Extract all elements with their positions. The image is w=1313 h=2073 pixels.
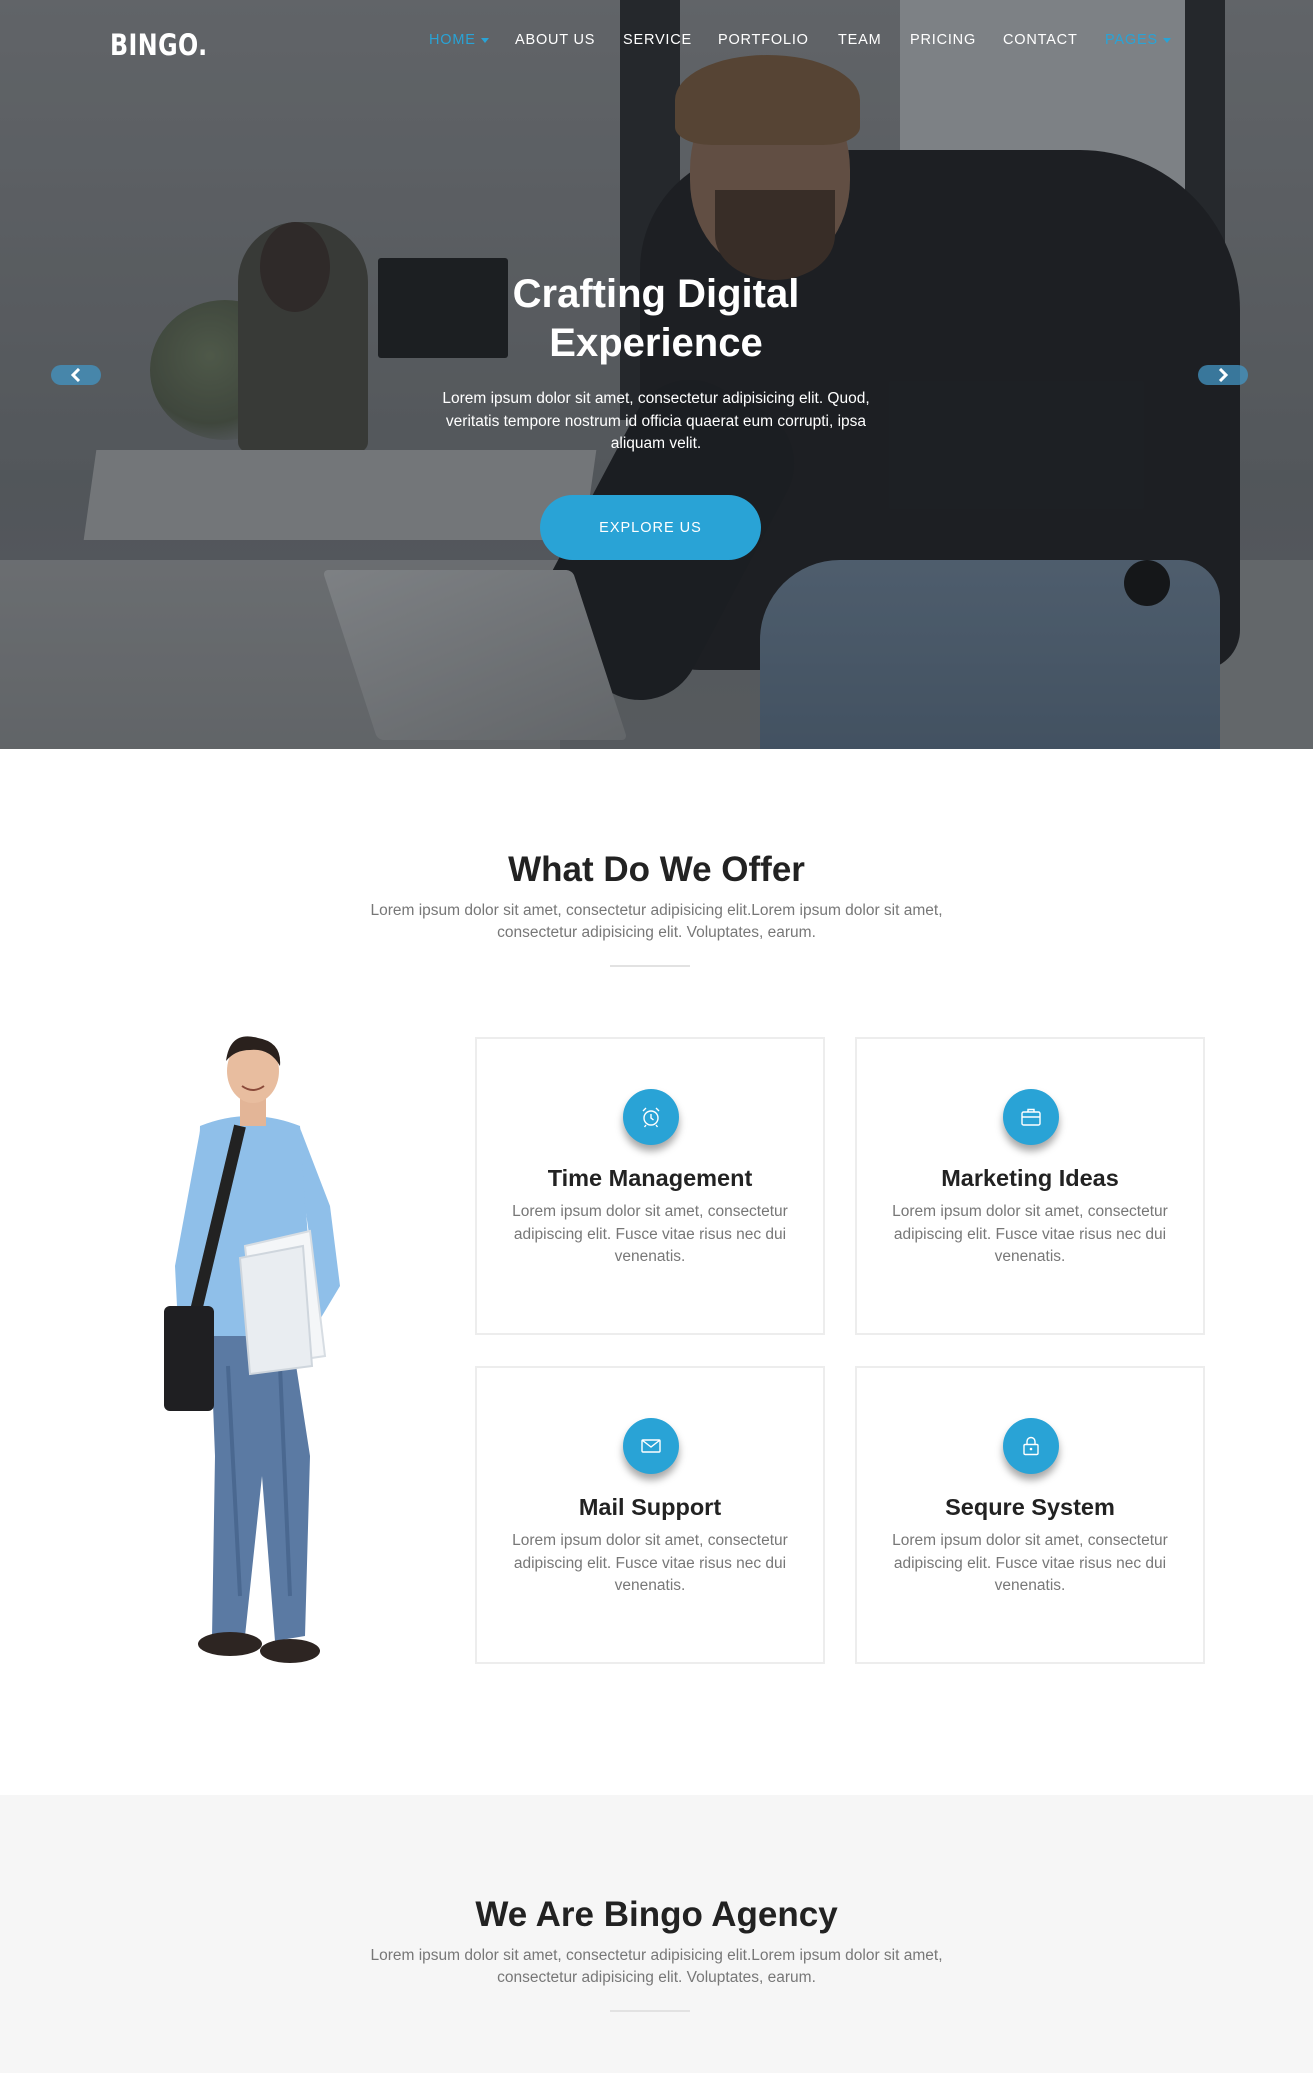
service-card-mail-support: Mail Support Lorem ipsum dolor sit amet,… (475, 1366, 825, 1664)
service-card-sequre-system: Sequre System Lorem ipsum dolor sit amet… (855, 1366, 1205, 1664)
hero-overlay (0, 0, 1313, 749)
hero-description: Lorem ipsum dolor sit amet, consectetur … (442, 390, 870, 452)
service-card-title: Marketing Ideas (941, 1165, 1119, 1191)
hero-title-line-1: Crafting Digital (512, 272, 800, 316)
nav-item-pricing[interactable]: PRICING (910, 32, 976, 48)
agency-divider (610, 2010, 690, 2012)
briefcase-icon (1021, 1108, 1041, 1126)
service-card-title: Time Management (547, 1165, 753, 1191)
nav-item-service[interactable]: SERVICE (623, 32, 692, 48)
service-icon-badge (1003, 1089, 1059, 1145)
alarm-clock-icon (642, 1107, 660, 1128)
service-card-text: Lorem ipsum dolor sit amet, consectetur … (892, 1532, 1168, 1594)
service-card-text: Lorem ipsum dolor sit amet, consectetur … (892, 1203, 1168, 1265)
caret-down-icon (480, 37, 489, 43)
lock-icon (1023, 1436, 1039, 1456)
nav-item-portfolio[interactable]: PORTFOLIO (718, 32, 809, 48)
nav-item-contact[interactable]: CONTACT (1003, 32, 1078, 48)
chevron-left-icon (70, 368, 81, 382)
hero-slider: BINGO. HOME ABOUT US SERVICE PORTFOLIO T… (0, 0, 1313, 749)
chevron-right-icon (1218, 368, 1229, 382)
explore-us-button[interactable]: EXPLORE US (540, 495, 761, 560)
hero-title-line-2: Experience (549, 321, 763, 365)
caret-down-icon (1162, 37, 1171, 43)
nav-item-about-us[interactable]: ABOUT US (515, 32, 595, 48)
agency-section: We Are Bingo Agency Lorem ipsum dolor si… (0, 1795, 1313, 2073)
service-card-text: Lorem ipsum dolor sit amet, consectetur … (512, 1532, 788, 1594)
offer-section-title: What Do We Offer (508, 850, 805, 889)
hero-title: Crafting Digital Experience (356, 270, 956, 368)
service-card-text: Lorem ipsum dolor sit amet, consectetur … (512, 1203, 788, 1265)
service-card-marketing-ideas: Marketing Ideas Lorem ipsum dolor sit am… (855, 1037, 1205, 1335)
service-card-time-management: Time Management Lorem ipsum dolor sit am… (475, 1037, 825, 1335)
agency-section-title: We Are Bingo Agency (475, 1895, 838, 1934)
nav-item-team[interactable]: TEAM (838, 32, 881, 48)
nav-item-home[interactable]: HOME (429, 32, 489, 48)
nav-item-pages[interactable]: PAGES (1105, 32, 1171, 48)
service-icon-badge (1003, 1418, 1059, 1474)
agency-section-subtitle: Lorem ipsum dolor sit amet, consectetur … (370, 1947, 943, 1986)
offer-section-subtitle: Lorem ipsum dolor sit amet, consectetur … (370, 902, 943, 941)
service-card-title: Sequre System (945, 1494, 1115, 1520)
site-logo[interactable]: BINGO. (110, 28, 208, 62)
envelope-icon (641, 1439, 661, 1453)
service-icon-badge (623, 1418, 679, 1474)
student-image (164, 1036, 340, 1663)
service-card-title: Mail Support (578, 1494, 722, 1520)
slider-next-button[interactable] (1198, 365, 1248, 385)
slider-prev-button[interactable] (51, 365, 101, 385)
offer-divider (610, 965, 690, 967)
service-icon-badge (623, 1089, 679, 1145)
